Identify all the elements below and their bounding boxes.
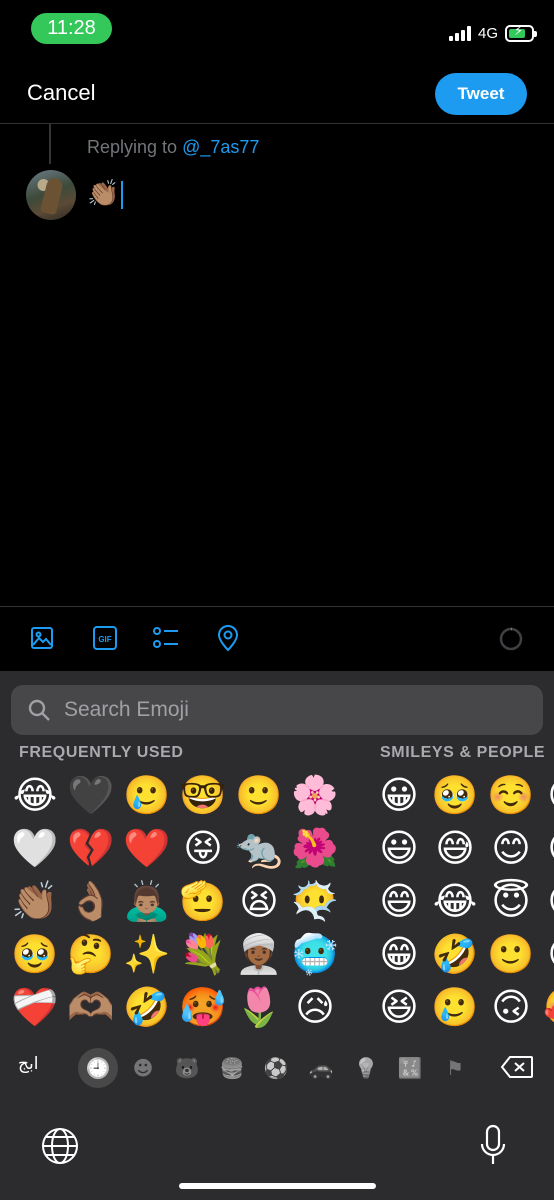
- replying-to: Replying to @_7as77: [87, 137, 259, 158]
- emoji-key[interactable]: 😇: [483, 874, 539, 928]
- poll-icon[interactable]: [151, 623, 181, 653]
- category-travel-icon[interactable]: 🚗: [303, 1050, 339, 1086]
- tweet-button[interactable]: Tweet: [435, 73, 527, 115]
- tweet-text-input[interactable]: 👏🏽: [87, 177, 124, 211]
- avatar: [26, 170, 76, 220]
- emoji-key[interactable]: 🤓: [175, 768, 231, 822]
- emoji-key[interactable]: 🤍: [7, 821, 63, 875]
- emoji-search-input[interactable]: [64, 685, 524, 735]
- emoji-search-field[interactable]: [11, 685, 543, 735]
- backspace-icon[interactable]: [500, 1055, 534, 1079]
- emoji-key[interactable]: 🙃: [483, 980, 539, 1034]
- emoji-key[interactable]: 🥶: [287, 927, 343, 981]
- emoji-key[interactable]: 🥹: [427, 768, 483, 822]
- emoji-key[interactable]: 😝: [175, 821, 231, 875]
- emoji-key[interactable]: 🥹: [7, 927, 63, 981]
- section-frequently-used: FREQUENTLY USED: [19, 744, 184, 761]
- emoji-key[interactable]: 😄: [371, 874, 427, 928]
- reply-handle-link[interactable]: @_7as77: [182, 137, 259, 157]
- category-activity-icon[interactable]: ⚽: [258, 1050, 294, 1086]
- emoji-key[interactable]: ✨: [119, 927, 175, 981]
- emoji-key[interactable]: 😆: [371, 980, 427, 1034]
- emoji-key[interactable]: 😀: [371, 768, 427, 822]
- emoji-grid: 😂 🤍 👏🏽 🥹 ❤️‍🩹 🖤 💔 👌🏽 🤔 🫶🏽 🥲 ❤️ 🙇🏽‍♂️ ✨ 🤣 🤓 😝 🫡 💐 🥵 🙂 🐀 😫 👳🏾‍♀️ 🌷…: [0, 768, 554, 1034]
- replying-to-label: Replying to: [87, 137, 178, 157]
- emoji-category-bar: ابج 🕘 ☻ 🐻 🍔 ⚽ 🚗 💡 🔣 ⚑: [0, 1044, 554, 1090]
- category-symbols-icon[interactable]: 🔣: [392, 1050, 428, 1086]
- emoji-key[interactable]: 🌷: [231, 980, 287, 1034]
- thread-line: [49, 124, 51, 164]
- category-objects-icon[interactable]: 💡: [348, 1050, 384, 1086]
- emoji-key[interactable]: 😊: [483, 821, 539, 875]
- emoji-key[interactable]: 👳🏾‍♀️: [231, 927, 287, 981]
- globe-icon[interactable]: [41, 1127, 79, 1165]
- toolbar-divider: [0, 606, 554, 607]
- image-icon[interactable]: [27, 623, 57, 653]
- home-indicator: [179, 1183, 376, 1189]
- emoji-key[interactable]: 😶‍🌫️: [287, 874, 343, 928]
- category-animals-icon[interactable]: 🐻: [169, 1050, 205, 1086]
- draft-text: 👏🏽: [87, 179, 120, 209]
- microphone-icon[interactable]: [480, 1124, 506, 1166]
- emoji-key[interactable]: ❤️: [119, 821, 175, 875]
- category-food-icon[interactable]: 🍔: [214, 1050, 250, 1086]
- emoji-key[interactable]: 🌺: [287, 821, 343, 875]
- emoji-key[interactable]: 💔: [63, 821, 119, 875]
- emoji-key[interactable]: ☺️: [483, 768, 539, 822]
- emoji-key[interactable]: 🤣: [119, 980, 175, 1034]
- emoji-key[interactable]: 🙇🏽‍♂️: [119, 874, 175, 928]
- signal-icon: [448, 25, 471, 41]
- section-smileys-people: SMILEYS & PEOPLE: [380, 744, 546, 761]
- network-type: 4G: [477, 24, 498, 42]
- emoji-key[interactable]: 😂: [7, 768, 63, 822]
- emoji-key[interactable]: 🌸: [287, 768, 343, 822]
- emoji-key[interactable]: 😫: [231, 874, 287, 928]
- emoji-key[interactable]: 🙂: [231, 768, 287, 822]
- emoji-key[interactable]: 😌: [539, 874, 554, 928]
- gif-icon[interactable]: GIF: [90, 623, 120, 653]
- battery-icon: ⚡: [505, 24, 537, 42]
- emoji-key[interactable]: 👏🏽: [7, 874, 63, 928]
- emoji-keyboard: FREQUENTLY USED SMILEYS & PEOPLE 😂🤍👏🏽🥹❤️…: [0, 671, 554, 1200]
- emoji-key[interactable]: 🖤: [63, 768, 119, 822]
- emoji-key[interactable]: 🤔: [63, 927, 119, 981]
- status-time: 11:28: [31, 13, 112, 44]
- status-indicators: 4G ⚡: [448, 22, 537, 44]
- emoji-key[interactable]: 😃: [371, 821, 427, 875]
- emoji-key[interactable]: 😉: [539, 821, 554, 875]
- abc-keyboard-switch[interactable]: ابج: [18, 1054, 38, 1074]
- emoji-key[interactable]: ❤️‍🩹: [7, 980, 63, 1034]
- emoji-key[interactable]: 🥲: [427, 980, 483, 1034]
- emoji-key[interactable]: 🐀: [231, 821, 287, 875]
- svg-text:GIF: GIF: [98, 635, 111, 644]
- emoji-key[interactable]: 🤣: [427, 927, 483, 981]
- emoji-key[interactable]: 👌🏽: [63, 874, 119, 928]
- emoji-key[interactable]: 🫶🏽: [63, 980, 119, 1034]
- emoji-key[interactable]: 🙃: [539, 768, 554, 822]
- category-recent-icon[interactable]: 🕘: [78, 1048, 118, 1088]
- text-caret: [121, 180, 124, 209]
- category-flags-icon[interactable]: ⚑: [437, 1050, 473, 1086]
- cancel-button[interactable]: Cancel: [27, 80, 95, 106]
- emoji-key[interactable]: 🥰: [539, 980, 554, 1034]
- emoji-key[interactable]: 💐: [175, 927, 231, 981]
- emoji-key[interactable]: 😍: [539, 927, 554, 981]
- character-count-ring: [499, 627, 523, 651]
- emoji-key[interactable]: 🫡: [175, 874, 231, 928]
- header-divider: [0, 123, 554, 124]
- search-icon: [28, 699, 50, 721]
- emoji-key[interactable]: 😁: [371, 927, 427, 981]
- emoji-key[interactable]: 🥲: [119, 768, 175, 822]
- emoji-key[interactable]: 😥: [287, 980, 343, 1034]
- emoji-key[interactable]: 🥵: [175, 980, 231, 1034]
- emoji-key[interactable]: 😂: [427, 874, 483, 928]
- emoji-key[interactable]: 🙂: [483, 927, 539, 981]
- emoji-key[interactable]: 😅: [427, 821, 483, 875]
- category-smileys-icon[interactable]: ☻: [125, 1050, 161, 1086]
- location-icon[interactable]: [213, 623, 243, 653]
